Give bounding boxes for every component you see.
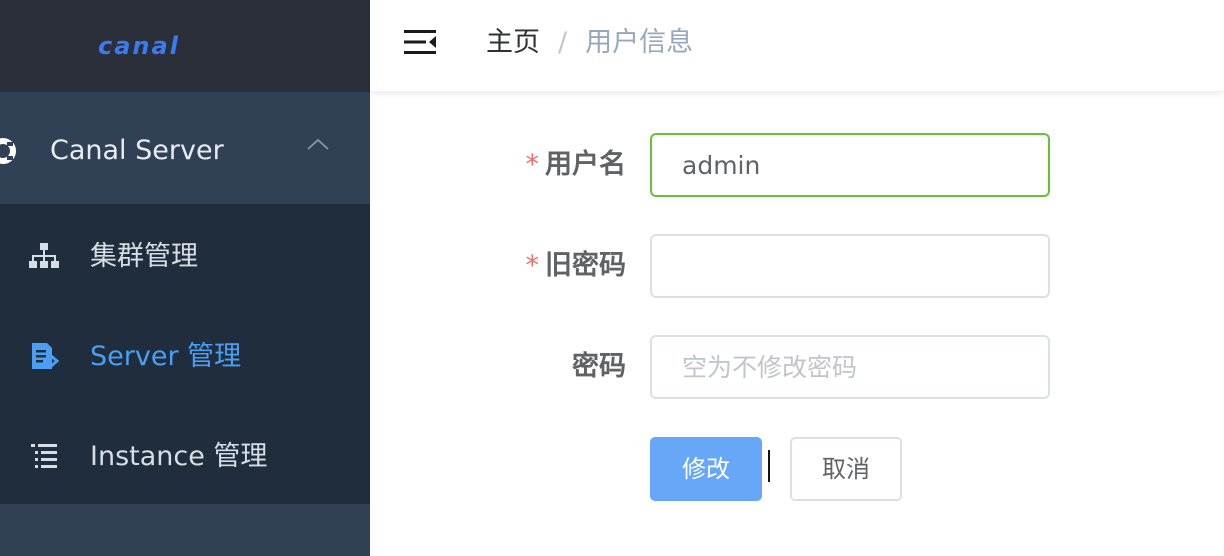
old-password-label-text: 旧密码 [545,250,626,281]
form-row-password: 密码 [370,335,1224,399]
sidebar-item-label: Server 管理 [90,341,242,372]
sidebar-footer [0,504,370,556]
submenu-label: Canal Server [50,135,224,166]
username-input[interactable] [650,133,1050,197]
canal-logo: canal [98,32,180,60]
password-label-text: 密码 [572,351,626,382]
breadcrumb-separator: / [558,27,568,58]
sidebar-item-label: Instance 管理 [90,441,268,472]
cancel-button[interactable]: 取消 [790,437,902,501]
ring-icon [0,138,16,164]
password-label: 密码 [572,335,626,399]
username-label-text: 用户名 [545,149,626,180]
sitemap-icon [29,243,59,268]
password-input[interactable] [650,335,1050,399]
svg-text:canal: canal [98,32,180,60]
submit-button[interactable]: 修改 [650,437,762,501]
text-cursor [768,450,770,482]
app-root: canal Canal Server 集群管理 Server 管理 Instan… [0,0,1224,556]
sidebar: canal Canal Server 集群管理 Server 管理 Instan… [0,0,370,556]
top-navbar: 主页 / 用户信息 [370,0,1224,92]
username-label: * 用户名 [526,133,627,197]
old-password-label: * 旧密码 [526,234,627,298]
breadcrumb-home[interactable]: 主页 [486,27,540,58]
list-icon [31,444,57,468]
hamburger-icon[interactable] [403,27,437,57]
form-row-old-password: * 旧密码 [370,234,1224,298]
required-mark: * [525,250,540,281]
breadcrumb: 主页 / 用户信息 [486,0,693,86]
required-mark: * [525,149,540,180]
old-password-input[interactable] [650,234,1050,298]
logo-bar: canal [0,0,370,92]
submenu-canal-server[interactable]: Canal Server [0,92,370,204]
sidebar-item-instance[interactable]: Instance 管理 [0,404,370,504]
chevron-up-icon[interactable] [306,137,330,151]
server-doc-icon [32,343,60,369]
form-row-username: * 用户名 [370,133,1224,197]
sidebar-item-server[interactable]: Server 管理 [0,304,370,404]
breadcrumb-current: 用户信息 [585,27,694,58]
sidebar-item-label: 集群管理 [90,241,198,272]
sidebar-item-cluster[interactable]: 集群管理 [0,204,370,304]
submenu-list: 集群管理 Server 管理 Instance 管理 [0,204,370,504]
